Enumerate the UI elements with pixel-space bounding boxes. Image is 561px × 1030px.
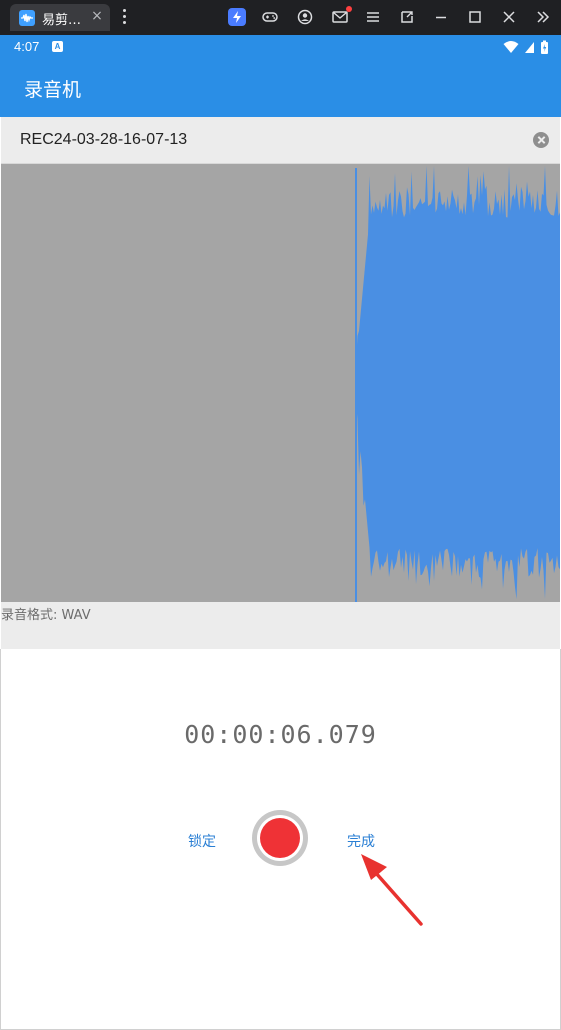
minimize-icon[interactable] [432,8,450,26]
done-button[interactable]: 完成 [347,831,375,851]
mail-icon[interactable] [331,6,352,26]
lock-button[interactable]: 锁定 [188,831,216,851]
menu-icon[interactable] [364,8,382,26]
screen-rotate-icon[interactable] [398,8,416,26]
file-name-field[interactable]: REC24-03-28-16-07-13 [1,117,560,164]
record-button[interactable] [252,810,308,866]
more-options-icon[interactable] [117,9,131,27]
clear-icon[interactable] [533,132,549,148]
waveform-display [1,164,560,602]
record-dot-icon [260,818,300,858]
notification-badge-icon: A [52,41,63,52]
annotation-arrow-icon [361,854,423,926]
account-icon[interactable] [296,8,314,26]
expand-icon[interactable] [534,8,552,26]
status-bar: 4:07 A [0,35,561,59]
elapsed-time: 00:00:06.079 [184,720,377,749]
battery-icon [541,40,548,54]
status-indicators [503,40,549,54]
page-title: 录音机 [24,79,82,101]
status-time: 4:07 [14,39,40,54]
emulator-title-bar: 易剪… × [0,0,561,35]
gamepad-icon[interactable] [261,8,279,26]
format-label: 录音格式: WAV [1,608,91,623]
emulator-tab[interactable]: 易剪… × [10,4,110,31]
file-name-input[interactable]: REC24-03-28-16-07-13 [20,131,187,149]
close-icon[interactable] [500,8,518,26]
boost-icon[interactable] [228,8,246,26]
waveform-graph [355,166,560,602]
format-bar: 录音格式: WAV [1,602,560,649]
app-icon [19,10,35,26]
maximize-icon[interactable] [466,8,484,26]
tab-close-icon[interactable]: × [90,8,104,24]
app-bar: 录音机 [0,59,561,117]
tab-title: 易剪… [42,13,82,28]
waveform-shape [356,166,560,600]
signal-icon [524,42,534,53]
wifi-icon [503,41,519,53]
